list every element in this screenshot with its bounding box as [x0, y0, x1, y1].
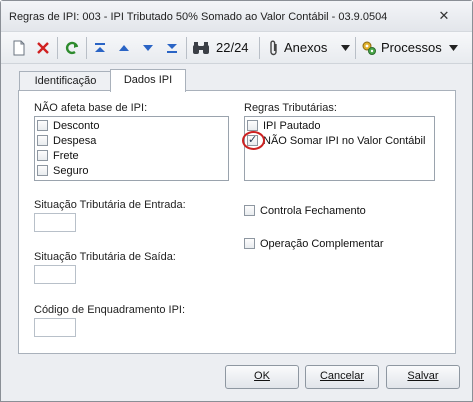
- close-window-button[interactable]: ✕: [431, 7, 457, 25]
- gears-icon[interactable]: [360, 38, 378, 58]
- list-item-label: Seguro: [53, 164, 89, 177]
- delete-icon[interactable]: [34, 38, 52, 58]
- refresh-icon[interactable]: [62, 38, 82, 58]
- cancelar-button[interactable]: Cancelar: [305, 365, 379, 389]
- record-position: 22/24: [216, 40, 249, 55]
- controla-fechamento-label: Controla Fechamento: [260, 204, 366, 217]
- toolbar-separator: [355, 37, 356, 59]
- salvar-button-label: Salvar: [407, 370, 439, 382]
- button-bar: OK Cancelar Salvar: [1, 357, 472, 401]
- tab-dados-ipi[interactable]: Dados IPI: [110, 69, 186, 92]
- last-record-icon[interactable]: [163, 38, 181, 58]
- list-item[interactable]: Seguro: [37, 163, 88, 178]
- dados-ipi-panel: NÃO afeta base de IPI: Desconto Despesa …: [18, 90, 456, 354]
- list-item-label: Frete: [53, 149, 79, 162]
- operacao-complementar-checkbox[interactable]: [244, 238, 255, 249]
- nao-somar-ipi-checkbox[interactable]: [242, 131, 265, 150]
- operacao-complementar-label: Operação Complementar: [260, 237, 384, 250]
- ok-button[interactable]: OK: [225, 365, 299, 389]
- situacao-saida-field[interactable]: [34, 265, 76, 284]
- previous-record-icon[interactable]: [115, 38, 133, 58]
- anexos-dropdown-arrow-icon[interactable]: [339, 38, 351, 58]
- toolbar-separator: [86, 37, 87, 59]
- dialog-window: Regras de IPI: 003 - IPI Tributado 50% S…: [0, 0, 473, 402]
- salvar-button[interactable]: Salvar: [386, 365, 460, 389]
- toolbar-separator: [259, 37, 260, 59]
- highlight-circle: [242, 131, 265, 150]
- regras-tributarias-label: Regras Tributárias:: [244, 102, 337, 114]
- list-item-label: Despesa: [53, 134, 97, 147]
- list-item[interactable]: NÃO Somar IPI no Valor Contábil: [242, 131, 426, 150]
- new-document-icon[interactable]: [10, 38, 28, 58]
- frete-checkbox[interactable]: [37, 150, 48, 161]
- ipi-pautado-checkbox[interactable]: [247, 120, 258, 131]
- anexos-button[interactable]: Anexos: [284, 40, 327, 55]
- situacao-entrada-field[interactable]: [34, 213, 76, 232]
- list-item-label: NÃO Somar IPI no Valor Contábil: [263, 134, 426, 147]
- processos-dropdown-arrow-icon[interactable]: [447, 38, 459, 58]
- list-item[interactable]: IPI Pautado: [247, 118, 321, 133]
- despesa-checkbox[interactable]: [37, 135, 48, 146]
- binoculars-icon[interactable]: [191, 38, 211, 58]
- toolbar-separator: [57, 37, 58, 59]
- nao-afeta-list: Desconto Despesa Frete Seguro: [34, 116, 229, 181]
- next-record-icon[interactable]: [139, 38, 157, 58]
- saida-label: Situação Tributária de Saída:: [34, 251, 176, 263]
- toolbar: 22/24 Anexos Processos: [1, 32, 472, 64]
- controla-fechamento-option[interactable]: Controla Fechamento: [244, 203, 366, 218]
- controla-fechamento-checkbox[interactable]: [244, 205, 255, 216]
- cancelar-button-label: Cancelar: [319, 370, 365, 382]
- paperclip-icon[interactable]: [267, 38, 281, 58]
- tab-identificacao[interactable]: Identificação: [19, 71, 112, 91]
- ok-button-label: OK: [254, 370, 270, 382]
- window-title: Regras de IPI: 003 - IPI Tributado 50% S…: [9, 11, 388, 23]
- codigo-enquadramento-field[interactable]: [34, 318, 76, 337]
- processos-button[interactable]: Processos: [381, 40, 442, 55]
- list-item-label: Desconto: [53, 119, 100, 132]
- first-record-icon[interactable]: [91, 38, 109, 58]
- title-bar: Regras de IPI: 003 - IPI Tributado 50% S…: [1, 1, 472, 32]
- enquadramento-label: Código de Enquadramento IPI:: [34, 304, 186, 316]
- regras-tributarias-list: IPI Pautado NÃO Somar IPI no Valor Contá…: [242, 116, 435, 181]
- toolbar-separator: [186, 37, 187, 59]
- entrada-label: Situação Tributária de Entrada:: [34, 199, 186, 211]
- desconto-checkbox[interactable]: [37, 120, 48, 131]
- list-item[interactable]: Desconto: [37, 118, 99, 133]
- seguro-checkbox[interactable]: [37, 165, 48, 176]
- list-item[interactable]: Frete: [37, 148, 79, 163]
- operacao-complementar-option[interactable]: Operação Complementar: [244, 236, 384, 251]
- nao-afeta-label: NÃO afeta base de IPI:: [34, 102, 148, 114]
- list-item-label: IPI Pautado: [263, 119, 321, 132]
- list-item[interactable]: Despesa: [37, 133, 96, 148]
